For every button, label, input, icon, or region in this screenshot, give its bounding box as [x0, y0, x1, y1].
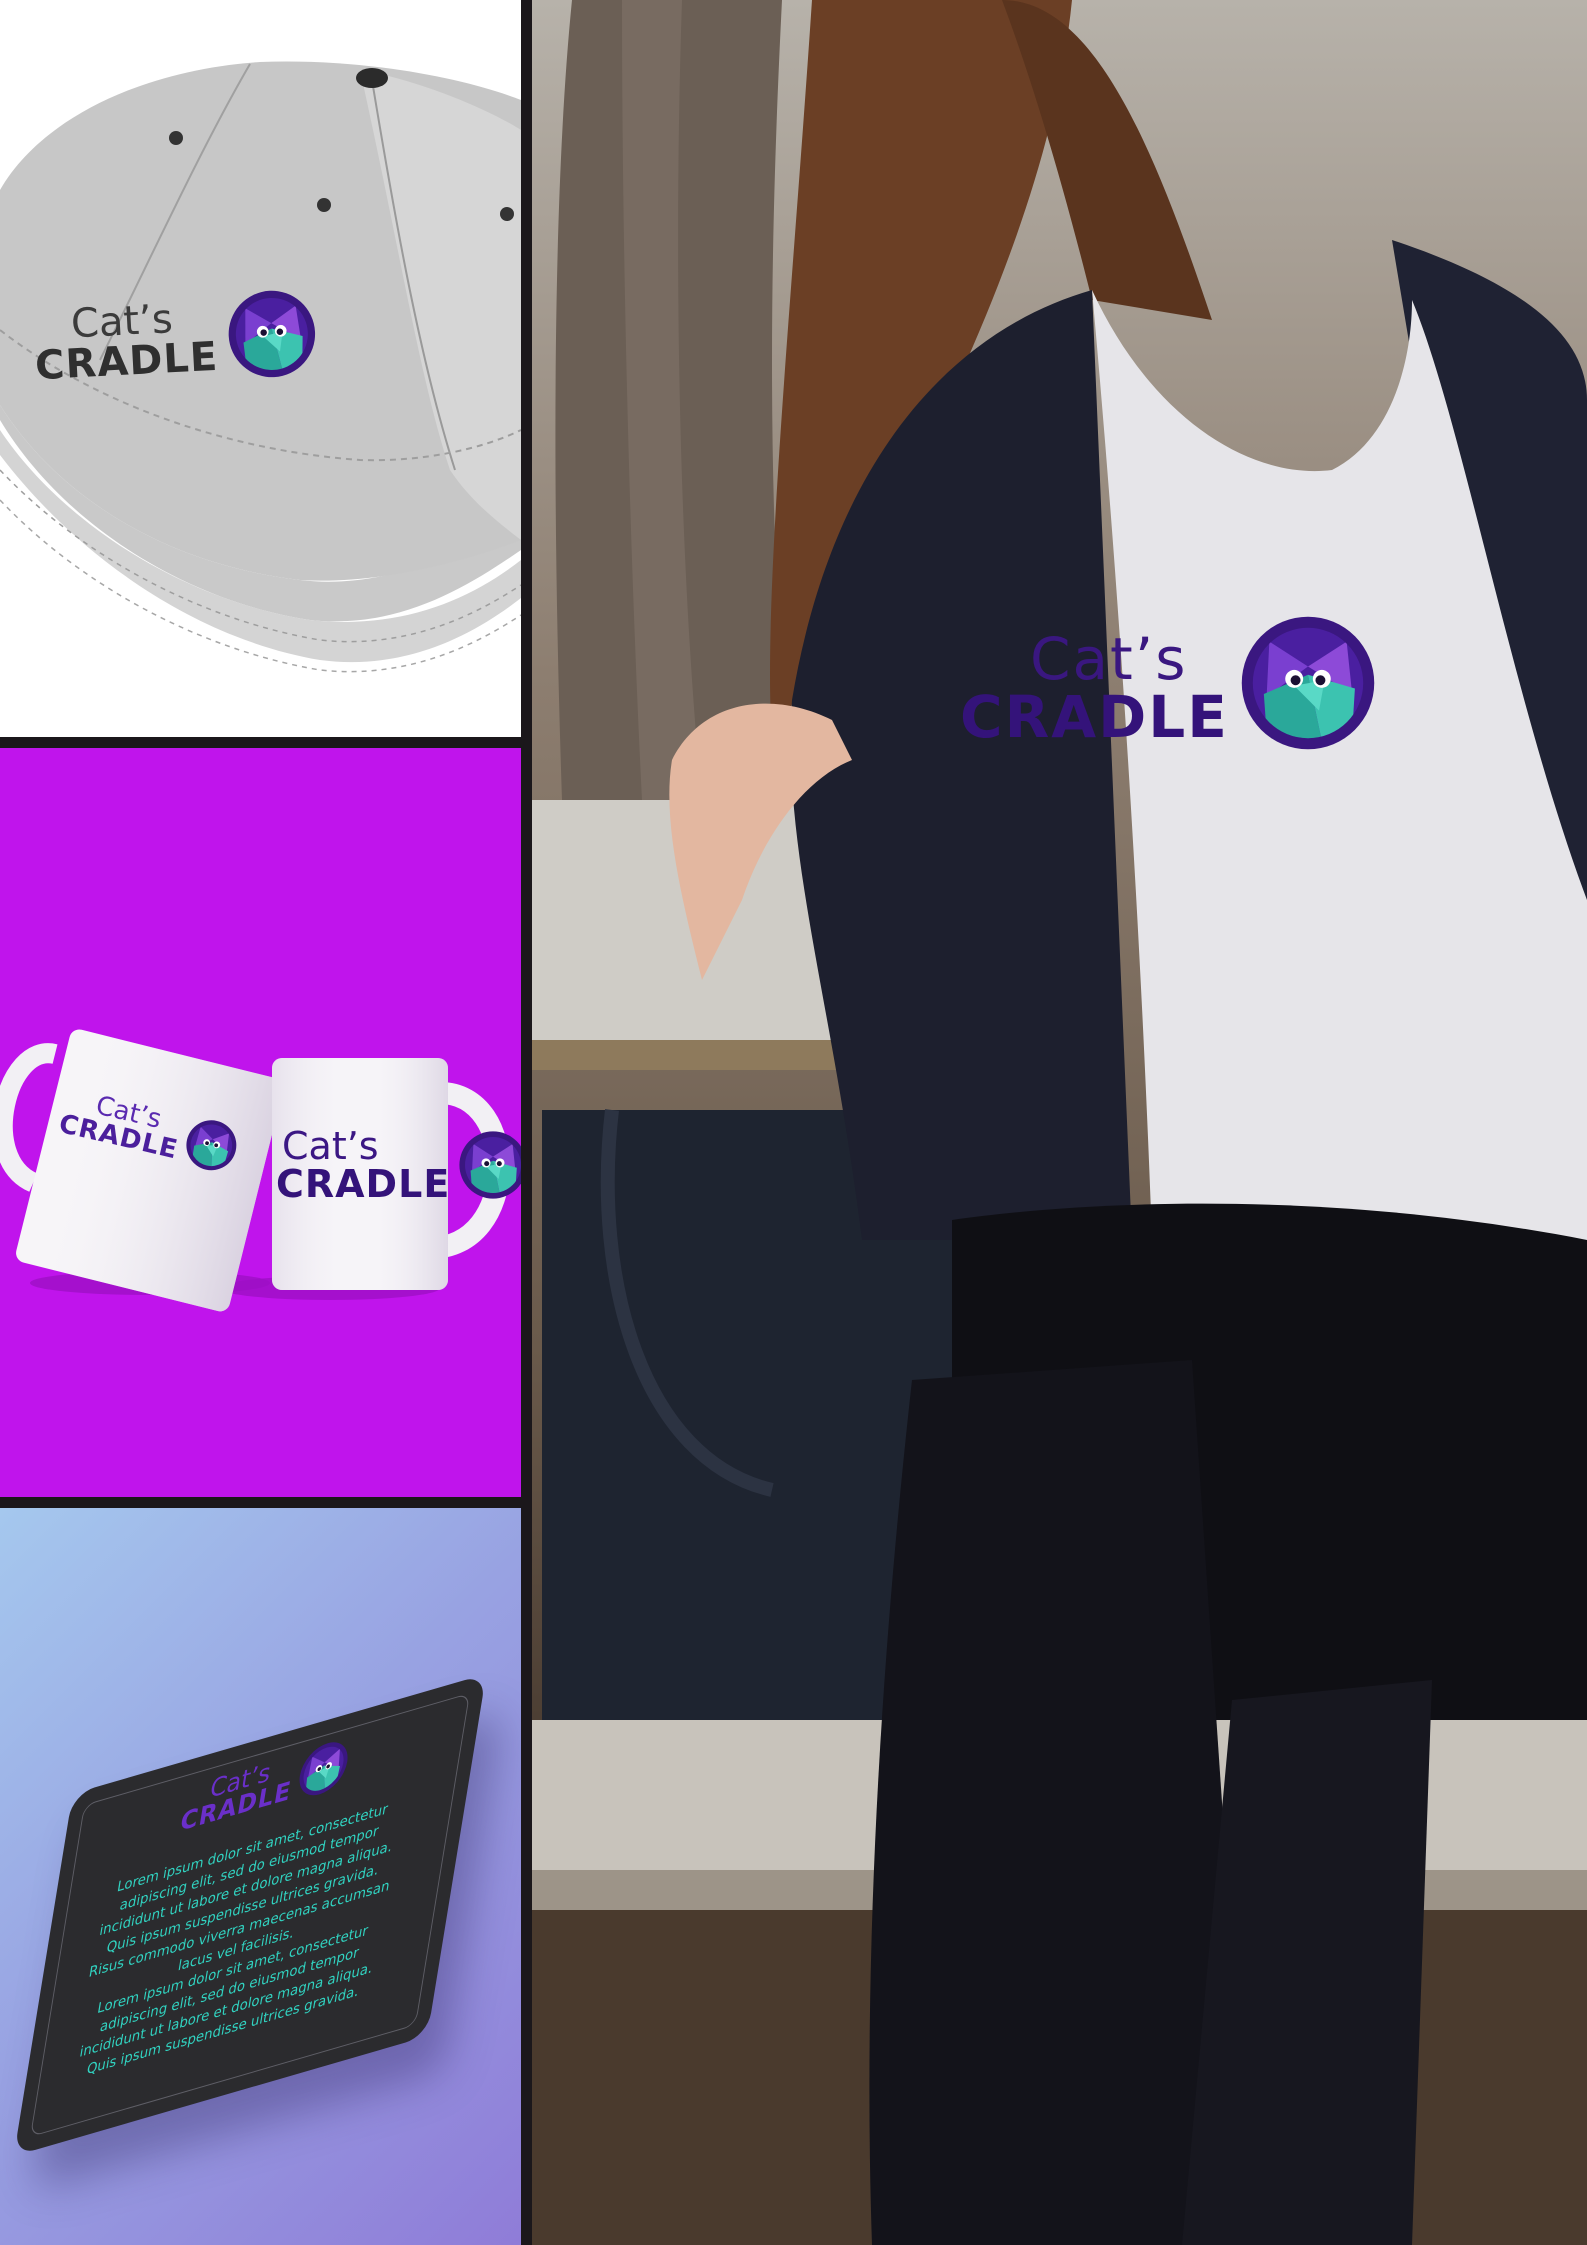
logo-line1: Cat’s: [1030, 625, 1188, 693]
logo-line2: CRADLE: [34, 333, 220, 390]
mug2-logo: Cat’s CRADLE: [276, 1123, 521, 1207]
tshirt-logo: Cat’s CRADLE: [960, 624, 1377, 752]
cap-logo: Cat’s CRADLE: [31, 280, 319, 399]
logo-line2: CRADLE: [276, 1162, 451, 1206]
tshirt-photo-illustration: [532, 0, 1587, 2245]
cat-emblem-icon: [224, 280, 319, 389]
cap-mockup-panel: Cat’s CRADLE: [0, 0, 521, 737]
cat-emblem-icon: [1239, 614, 1377, 752]
logo-line1: Cat’s: [282, 1124, 379, 1168]
logo-line2: CRADLE: [960, 683, 1229, 751]
mug-mockup-panel: Cat’s CRADLE Cat’s CRADLE: [0, 748, 521, 1497]
coaster-mockup-panel: Cat’s CRADLE Lorem ipsum dolor sit amet,…: [0, 1508, 521, 2245]
coaster: Cat’s CRADLE Lorem ipsum dolor sit amet,…: [13, 1673, 487, 2157]
tshirt-photo-panel: Cat’s CRADLE: [532, 0, 1587, 2245]
cat-emblem-icon: [458, 1123, 521, 1207]
